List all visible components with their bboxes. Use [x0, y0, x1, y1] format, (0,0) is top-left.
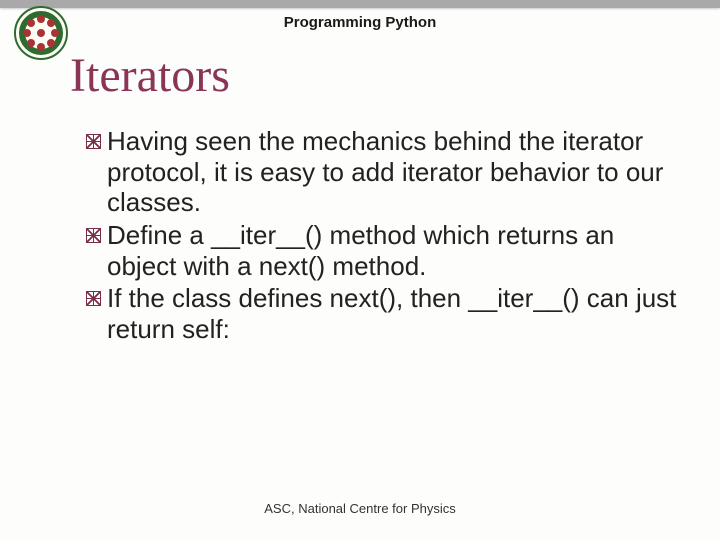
bullet-text: Having seen the mechanics behind the ite… [107, 126, 680, 218]
slide-title: Iterators [70, 48, 230, 103]
bullet-text: If the class defines next(), then __iter… [107, 283, 680, 344]
slide: Programming Python Iterators Having seen… [0, 0, 720, 540]
top-accent-bar [0, 0, 720, 8]
bullet-icon [86, 291, 101, 306]
list-item: Having seen the mechanics behind the ite… [86, 126, 680, 218]
bullet-icon [86, 228, 101, 243]
bullet-icon [86, 134, 101, 149]
list-item: If the class defines next(), then __iter… [86, 283, 680, 344]
list-item: Define a __iter__() method which returns… [86, 220, 680, 281]
footer-text: ASC, National Centre for Physics [0, 501, 720, 516]
slide-body: Having seen the mechanics behind the ite… [86, 126, 680, 347]
header-label: Programming Python [0, 14, 720, 31]
bullet-text: Define a __iter__() method which returns… [107, 220, 680, 281]
